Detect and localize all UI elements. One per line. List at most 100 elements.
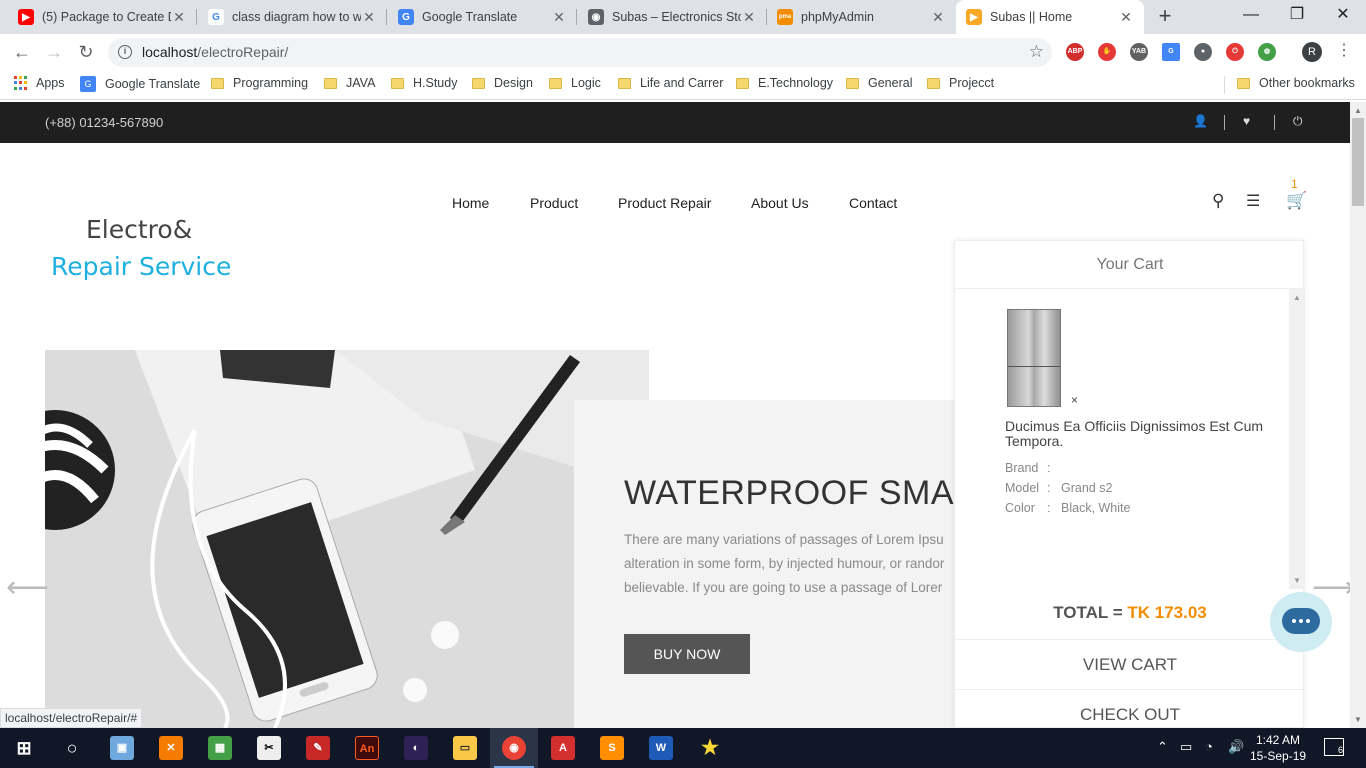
checkout-button[interactable]: CHECK OUT xyxy=(955,689,1305,728)
bookmark-folder[interactable]: Design xyxy=(472,76,533,90)
volume-icon[interactable]: 🔊 xyxy=(1228,739,1244,755)
scrollbar-thumb[interactable] xyxy=(1352,118,1364,206)
bookmark-folder[interactable]: Projecct xyxy=(927,76,994,90)
star-app-icon[interactable]: ★ xyxy=(698,736,722,760)
chat-extension-icon[interactable]: ● xyxy=(1194,43,1212,61)
sublime-text-icon[interactable]: S xyxy=(600,736,624,760)
minimize-button[interactable]: — xyxy=(1228,0,1274,32)
nav-contact[interactable]: Contact xyxy=(849,195,897,211)
back-button[interactable]: ← xyxy=(10,40,34,64)
close-icon[interactable]: ✕ xyxy=(171,9,187,26)
scroll-up-icon[interactable]: ▲ xyxy=(1354,106,1362,115)
scroll-down-icon[interactable]: ▼ xyxy=(1354,715,1362,724)
tiles-app-icon[interactable]: ▦ xyxy=(208,736,232,760)
browser-tab[interactable]: ▶ (5) Package to Create D ✕ xyxy=(8,0,197,34)
maximize-button[interactable]: ❐ xyxy=(1274,0,1320,32)
word-icon[interactable]: W xyxy=(649,736,673,760)
file-explorer-icon[interactable]: ▭ xyxy=(453,736,477,760)
stop-hand-icon[interactable]: ✋ xyxy=(1098,43,1116,61)
bookmark-folder[interactable]: E.Technology xyxy=(736,76,833,90)
bookmark-folder[interactable]: Life and Carrer xyxy=(618,76,723,90)
eclipse-icon[interactable]: ◐ xyxy=(404,736,428,760)
forward-button[interactable]: → xyxy=(42,40,66,64)
folder-icon xyxy=(736,77,749,89)
chrome-icon[interactable]: ◉ xyxy=(502,736,526,760)
power-icon[interactable]: ⏻ xyxy=(1293,114,1303,129)
browser-tab[interactable]: pma phpMyAdmin ✕ xyxy=(767,0,956,34)
close-icon[interactable]: ✕ xyxy=(1118,9,1134,26)
notification-center-icon[interactable]: 6 xyxy=(1324,738,1344,756)
menu-lines-icon[interactable]: ☰ xyxy=(1246,191,1260,211)
cart-icon[interactable]: 🛒 xyxy=(1286,191,1307,211)
browser-tab-active[interactable]: ▶ Subas || Home ✕ xyxy=(956,0,1144,34)
new-tab-button[interactable]: + xyxy=(1154,5,1176,27)
close-icon[interactable]: ✕ xyxy=(930,9,946,26)
translate-extension-icon[interactable]: G xyxy=(1162,43,1180,61)
nav-product-repair[interactable]: Product Repair xyxy=(618,195,711,211)
reload-button[interactable]: ↻ xyxy=(74,40,98,64)
buy-now-button[interactable]: BUY NOW xyxy=(624,634,750,674)
browser-tab[interactable]: G Google Translate ✕ xyxy=(388,0,577,34)
bookmark-folder[interactable]: H.Study xyxy=(391,76,457,90)
close-icon[interactable]: ✕ xyxy=(551,9,567,26)
user-icon[interactable]: 👤 xyxy=(1193,114,1208,128)
logo-line-1[interactable]: Electro& xyxy=(86,215,192,244)
cortana-search-icon[interactable]: ○ xyxy=(60,736,84,760)
slider-prev-arrow-icon[interactable]: ⟵ xyxy=(6,570,49,605)
page-scrollbar[interactable]: ▲ ▼ xyxy=(1350,102,1366,728)
bookmark-folder[interactable]: JAVA xyxy=(324,76,375,90)
xampp-icon[interactable]: ✕ xyxy=(159,736,183,760)
view-cart-button[interactable]: VIEW CART xyxy=(955,639,1305,689)
tray-chevron-icon[interactable]: ⌃ xyxy=(1157,739,1168,755)
globe-extension-icon[interactable]: ◍ xyxy=(1258,43,1276,61)
search-icon[interactable]: ⚲ xyxy=(1212,191,1224,211)
remove-item-icon[interactable]: × xyxy=(1071,393,1078,407)
bookmark-other[interactable]: Other bookmarks xyxy=(1237,76,1355,90)
snipping-tool-icon[interactable]: ✂ xyxy=(257,736,281,760)
bookmark-label: E.Technology xyxy=(758,76,834,90)
bookmark-folder[interactable]: Logic xyxy=(549,76,601,90)
box-app-icon[interactable]: ▣ xyxy=(110,736,134,760)
address-bar[interactable]: i localhost/electroRepair/ ☆ xyxy=(108,38,1052,67)
windows-start-icon[interactable]: ⊞ xyxy=(12,736,36,760)
folder-icon xyxy=(472,77,485,89)
animate-icon[interactable]: An xyxy=(355,736,379,760)
bookmark-star-icon[interactable]: ☆ xyxy=(1029,42,1044,62)
bookmark-apps[interactable]: Apps xyxy=(14,76,65,90)
attr-value: Grand s2 xyxy=(1061,481,1113,495)
folder-icon xyxy=(1237,77,1250,89)
avatar[interactable]: R xyxy=(1302,42,1322,62)
battery-icon[interactable]: ▭ xyxy=(1180,739,1192,755)
wifi-icon[interactable]: ◔ xyxy=(1205,739,1213,754)
bookmark-google-translate[interactable]: G Google Translate xyxy=(80,76,200,92)
nav-about-us[interactable]: About Us xyxy=(751,195,809,211)
close-window-button[interactable]: ✕ xyxy=(1320,0,1366,32)
browser-tab[interactable]: ◉ Subas – Electronics Stor ✕ xyxy=(578,0,767,34)
scroll-up-icon[interactable]: ▲ xyxy=(1293,293,1301,302)
paint-app-icon[interactable]: ✎ xyxy=(306,736,330,760)
cart-total: TOTAL = TK 173.03 xyxy=(955,603,1305,623)
attr-key: Brand xyxy=(1005,461,1039,475)
acrobat-icon[interactable]: A xyxy=(551,736,575,760)
chat-widget-button[interactable] xyxy=(1270,592,1332,652)
more-menu-icon[interactable]: ⋮ xyxy=(1336,40,1352,60)
bookmark-folder[interactable]: Programming xyxy=(211,76,308,90)
cart-item-name[interactable]: Ducimus Ea Officiis Dignissimos Est Cum … xyxy=(1005,419,1275,449)
power-extension-icon[interactable]: ⏻ xyxy=(1226,43,1244,61)
browser-tab[interactable]: G class diagram how to w ✕ xyxy=(198,0,387,34)
close-icon[interactable]: ✕ xyxy=(361,9,377,26)
yab-icon[interactable]: YAB xyxy=(1130,43,1148,61)
nav-home[interactable]: Home xyxy=(452,195,489,211)
cart-scrollbar[interactable]: ▲ ▼ xyxy=(1289,289,1305,589)
system-clock[interactable]: 1:42 AM 15-Sep-19 xyxy=(1250,732,1306,764)
bookmark-folder[interactable]: General xyxy=(846,76,912,90)
nav-product[interactable]: Product xyxy=(530,195,578,211)
product-thumbnail[interactable] xyxy=(1007,309,1061,407)
bookmark-label: Google Translate xyxy=(105,77,201,91)
adblock-icon[interactable]: ABP xyxy=(1066,43,1084,61)
info-icon[interactable]: i xyxy=(118,45,132,59)
logo-line-2[interactable]: Repair Service xyxy=(51,252,231,281)
heart-icon[interactable]: ♥ xyxy=(1243,114,1250,128)
close-icon[interactable]: ✕ xyxy=(741,9,757,26)
scroll-down-icon[interactable]: ▼ xyxy=(1293,576,1301,585)
